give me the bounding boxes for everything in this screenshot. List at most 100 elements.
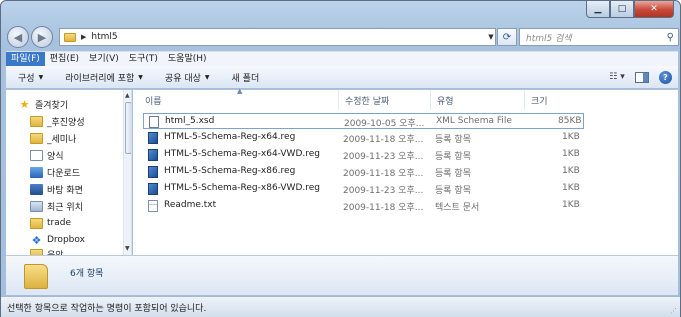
folder-icon	[64, 32, 76, 42]
forward-button[interactable]: ▶	[31, 26, 53, 48]
registry-file-icon	[148, 149, 158, 161]
command-bar-right: ☷ ▾ ?	[609, 70, 672, 84]
refresh-button[interactable]: ⟳	[497, 28, 517, 46]
nav-item-label: _후진양성	[47, 117, 85, 128]
file-date: 2009-11-23 오후...	[343, 152, 424, 162]
registry-file-icon	[148, 166, 158, 178]
file-row[interactable]: HTML-5-Schema-Reg-x64.reg 2009-11-18 오후.…	[143, 130, 584, 146]
recent-places-icon	[30, 200, 43, 212]
star-icon: ★	[19, 97, 30, 111]
new-folder-button[interactable]: 새 폴더	[220, 71, 270, 84]
preview-pane-icon[interactable]	[635, 71, 649, 83]
resize-grip-icon[interactable]: ⋰	[670, 307, 677, 315]
command-bar: 구성 ▼ 라이브러리에 포함 ▼ 공유 대상 ▼ 새 폴더 ☷ ▾ ?	[6, 66, 678, 89]
column-date-modified[interactable]: 수정한 날짜	[339, 90, 431, 110]
back-button[interactable]: ◀	[7, 26, 29, 48]
file-type: 등록 항목	[435, 169, 471, 179]
desktop-icon	[30, 183, 43, 195]
registry-file-icon	[148, 183, 158, 195]
column-name[interactable]: 이름	[139, 90, 339, 110]
registry-file-icon	[148, 132, 158, 144]
nav-item-seminar[interactable]: _세미나	[30, 130, 76, 146]
file-type: 등록 항목	[435, 135, 471, 145]
file-name: HTML-5-Schema-Reg-x64.reg	[164, 132, 296, 142]
file-row[interactable]: HTML-5-Schema-Reg-x86-VWD.reg 2009-11-23…	[143, 181, 584, 197]
column-size[interactable]: 크기	[525, 90, 585, 110]
address-bar[interactable]: ▶ html5	[59, 28, 496, 46]
menu-help[interactable]: 도움말(H)	[163, 52, 212, 67]
file-name: html_5.xsd	[165, 116, 215, 126]
file-row[interactable]: HTML-5-Schema-Reg-x64-VWD.reg 2009-11-23…	[143, 147, 584, 163]
file-size: 85KB	[558, 116, 582, 126]
menu-edit[interactable]: 편집(E)	[45, 52, 84, 67]
refresh-icon: ⟳	[502, 31, 512, 43]
include-in-library-button[interactable]: 라이브러리에 포함 ▼	[53, 71, 153, 84]
maximize-button[interactable]: □	[610, 1, 634, 18]
file-size: 1KB	[562, 149, 580, 159]
file-type: 등록 항목	[435, 152, 471, 162]
document-icon	[30, 149, 43, 161]
scroll-down-icon[interactable]: ▼	[125, 245, 130, 252]
nav-item-forms[interactable]: 양식	[30, 147, 64, 163]
nav-item-downloads[interactable]: 다운로드	[30, 164, 80, 180]
menu-bar: 파일(F) 편집(E) 보기(V) 도구(T) 도움말(H)	[6, 51, 678, 67]
minimize-button[interactable]: ▁	[586, 1, 610, 18]
chevron-down-icon: ▼	[138, 73, 143, 81]
nav-item-favorites[interactable]: ★ 즐겨찾기	[18, 96, 69, 112]
file-date: 2009-11-18 오후...	[343, 169, 424, 179]
nav-item-label: 음악	[47, 248, 64, 256]
chevron-down-icon: ▼	[204, 73, 210, 81]
scroll-up-icon[interactable]: ▲	[125, 92, 130, 99]
nav-item-label: 양식	[47, 151, 64, 162]
nav-item-label: 최근 위치	[47, 202, 83, 213]
status-text: 선택한 항목으로 작업하는 명령이 포함되어 있습니다.	[7, 303, 207, 314]
file-size: 1KB	[562, 166, 580, 176]
breadcrumb-html5[interactable]: html5	[91, 32, 117, 42]
nav-item-trade[interactable]: trade	[30, 215, 71, 231]
menu-tools[interactable]: 도구(T)	[124, 52, 163, 67]
search-input[interactable]: html5 검색 ⚲	[519, 28, 679, 46]
nav-scrollbar[interactable]: ▲ ▼	[123, 90, 131, 255]
organize-label: 구성	[18, 73, 35, 84]
file-name: Readme.txt	[164, 200, 217, 210]
file-size: 1KB	[562, 183, 580, 193]
menu-file[interactable]: 파일(F)	[6, 51, 45, 67]
search-icon[interactable]: ⚲	[667, 32, 674, 43]
organize-button[interactable]: 구성 ▼	[6, 71, 53, 84]
file-row[interactable]: HTML-5-Schema-Reg-x86.reg 2009-11-18 오후.…	[143, 164, 584, 180]
nav-item-label: 바탕 화면	[47, 185, 83, 196]
column-type[interactable]: 유형	[431, 90, 525, 110]
xsd-file-icon	[149, 116, 159, 128]
menu-view[interactable]: 보기(V)	[84, 52, 124, 67]
new-folder-label: 새 폴더	[231, 73, 260, 84]
file-type: 텍스트 문서	[435, 203, 480, 213]
nav-item-training[interactable]: _후진양성	[30, 113, 85, 129]
nav-item-music[interactable]: 음악	[30, 246, 64, 255]
change-view-icon[interactable]: ☷ ▾	[609, 70, 625, 84]
scroll-thumb[interactable]	[125, 102, 131, 154]
file-name: HTML-5-Schema-Reg-x86.reg	[164, 166, 296, 176]
file-date: 2009-10-05 오후...	[344, 119, 425, 129]
nav-item-recent-places[interactable]: 최근 위치	[30, 198, 83, 214]
share-with-button[interactable]: 공유 대상 ▼	[153, 71, 220, 84]
nav-item-desktop[interactable]: 바탕 화면	[30, 181, 83, 197]
close-button[interactable]: ✕	[634, 1, 674, 18]
address-history-dropdown[interactable]: ▼	[486, 28, 496, 46]
help-icon[interactable]: ?	[659, 70, 672, 84]
dropbox-icon: ❖	[31, 233, 42, 247]
file-row[interactable]: Readme.txt 2009-11-18 오후... 텍스트 문서 1KB	[143, 198, 584, 214]
file-type: XML Schema File	[436, 116, 512, 126]
file-date: 2009-11-23 오후...	[343, 186, 424, 196]
address-row: ◀ ▶ ▶ html5 ▼ ⟳ html5 검색 ⚲	[5, 23, 679, 49]
chevron-down-icon: ▼	[38, 73, 44, 81]
nav-item-label: Dropbox	[47, 235, 85, 245]
file-name: HTML-5-Schema-Reg-x86-VWD.reg	[164, 183, 320, 193]
caption-buttons: ▁ □ ✕	[586, 1, 674, 18]
file-type: 등록 항목	[435, 186, 471, 196]
file-row[interactable]: html_5.xsd 2009-10-05 오후... XML Schema F…	[143, 113, 584, 129]
text-file-icon	[148, 200, 158, 212]
folder-icon	[30, 132, 43, 144]
file-size: 1KB	[562, 200, 580, 210]
breadcrumb-arrow-icon[interactable]: ▶	[81, 33, 86, 41]
folder-icon	[24, 264, 48, 289]
